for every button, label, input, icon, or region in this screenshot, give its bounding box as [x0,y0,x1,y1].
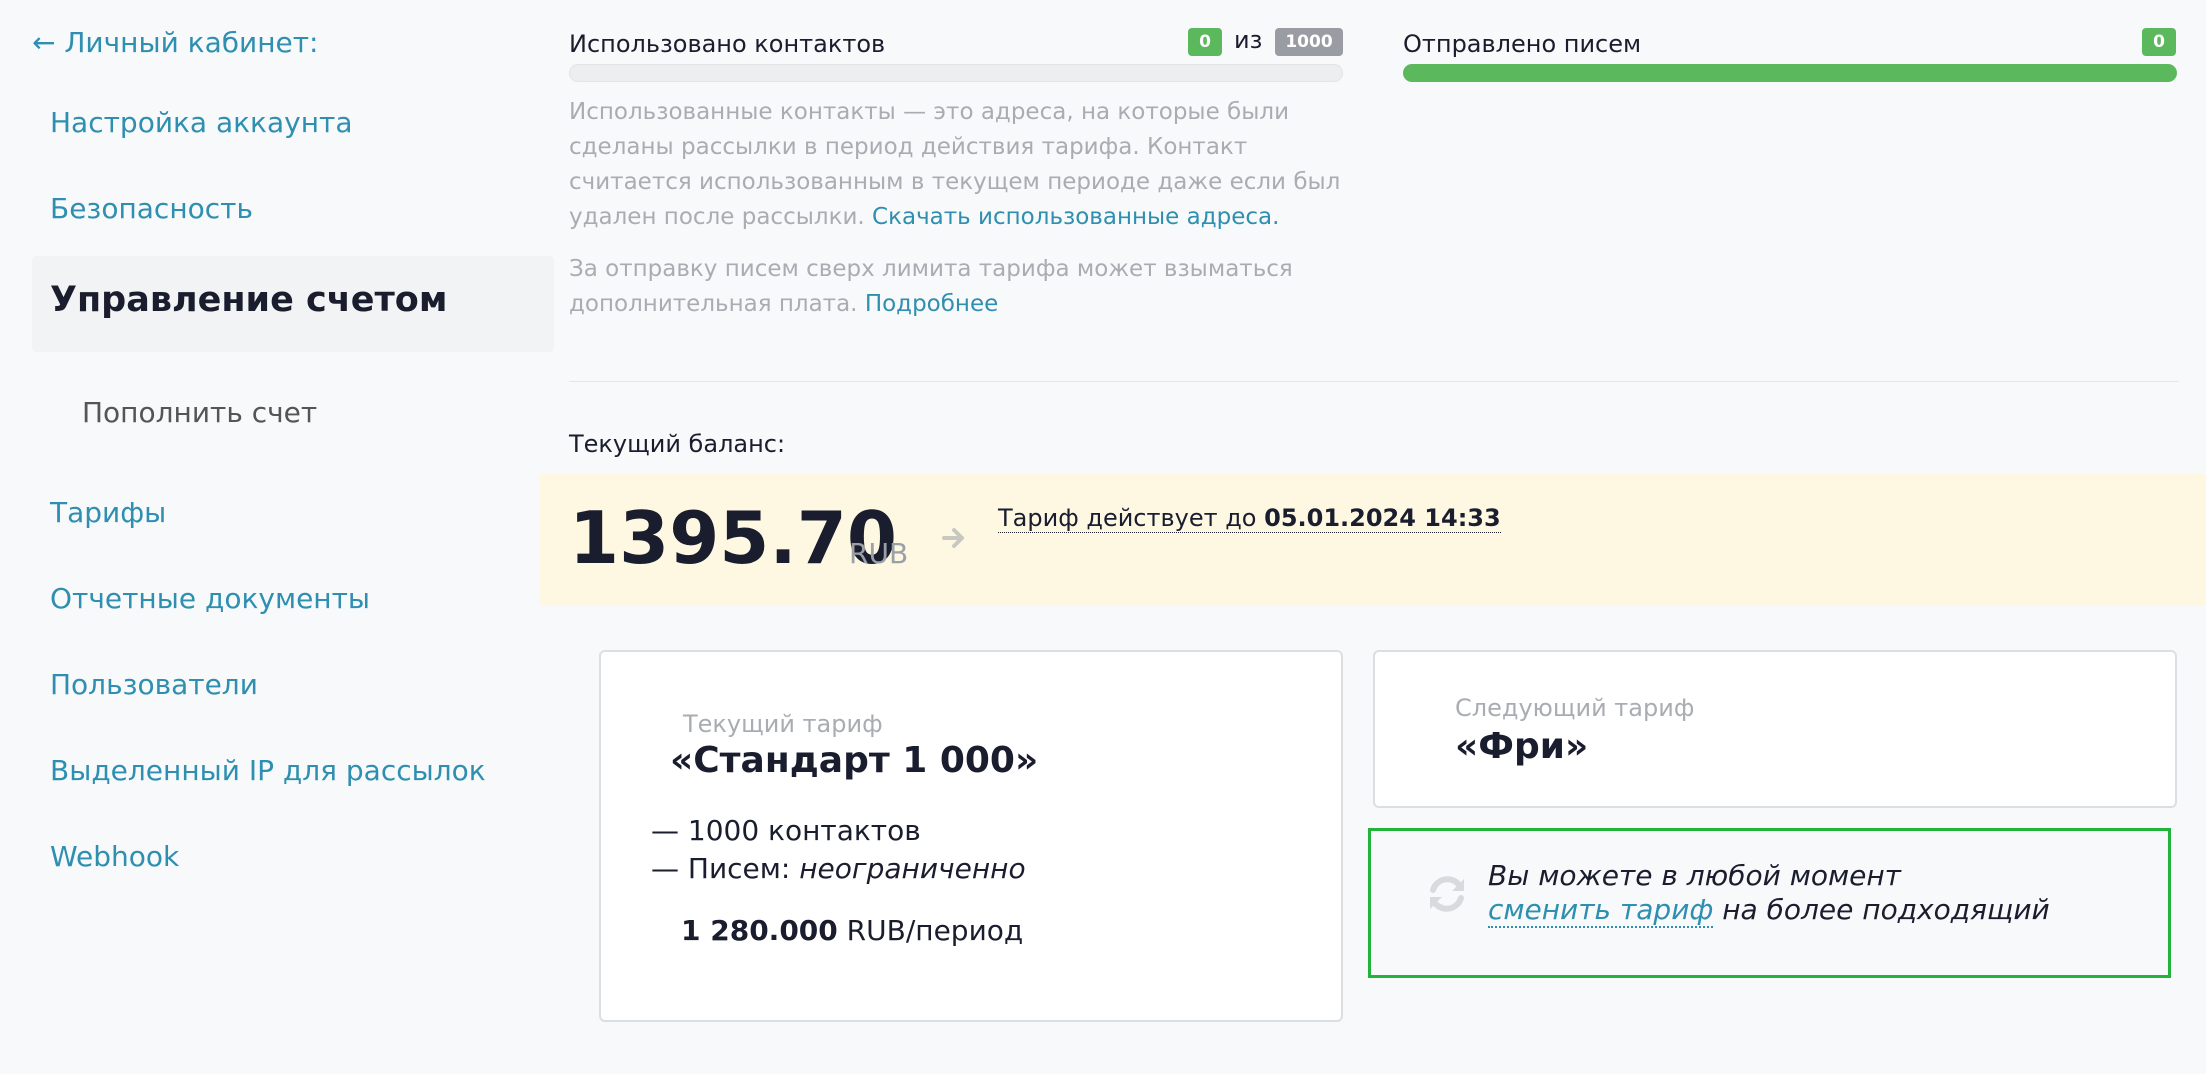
current-tariff-price-value: 1 280.000 [681,914,838,947]
change-tariff-line1: Вы можете в любой момент [1488,859,1901,892]
current-tariff-price-unit: RUB/период [846,914,1024,947]
balance-label: Текущий баланс: [569,430,786,458]
sidebar-item-reports[interactable]: Отчетные документы [50,582,370,615]
current-tariff-name: «Стандарт 1 000» [670,740,1039,781]
current-tariff-label: Текущий тариф [683,710,883,738]
current-tariff-contacts: — 1000 контактов [651,814,921,847]
letters-sent-badge: 0 [2142,28,2176,56]
tariff-valid-until-date: 05.01.2024 14:33 [1264,504,1501,532]
sidebar-item-security[interactable]: Безопасность [50,192,253,225]
next-tariff-name: «Фри» [1455,726,1589,767]
next-tariff-card: Следующий тариф «Фри» [1373,650,2177,808]
balance-currency: RUB [849,537,909,570]
sidebar: ← Личный кабинет: Настройка аккаунта Без… [0,0,570,1074]
of-label: из [1234,26,1263,54]
tariff-valid-until[interactable]: Тариф действует до 05.01.2024 14:33 [998,504,1501,533]
sidebar-subitem-top-up[interactable]: Пополнить счет [82,396,317,429]
change-tariff-notice: Вы можете в любой момент сменить тариф н… [1368,828,2171,978]
contacts-used-badge: 0 [1188,28,1222,56]
download-addresses-link[interactable]: Скачать использованные адреса. [872,204,1279,230]
sidebar-item-webhook[interactable]: Webhook [50,840,179,873]
current-tariff-letters-prefix: — Писем: [651,852,791,885]
balance-amount: 1395.70 [569,496,897,580]
refresh-icon [1430,876,1464,912]
back-to-cabinet-link[interactable]: ← Личный кабинет: [32,26,318,59]
current-tariff-letters: — Писем: неограниченно [651,852,1026,885]
contacts-progress-bar [569,64,1343,82]
sidebar-item-users[interactable]: Пользователи [50,668,258,701]
contacts-description: Использованные контакты — это адреса, на… [569,95,1349,235]
sidebar-item-billing-label: Управление счетом [50,280,448,320]
sidebar-item-dedicated-ip[interactable]: Выделенный IP для рассылок [50,754,486,787]
current-tariff-price: 1 280.000 RUB/период [681,914,1023,947]
divider [569,381,2179,382]
contacts-total-badge: 1000 [1275,28,1343,56]
current-tariff-card: Текущий тариф «Стандарт 1 000» — 1000 ко… [599,650,1343,1022]
change-tariff-text: Вы можете в любой момент сменить тариф н… [1488,859,2050,928]
sidebar-item-account-settings[interactable]: Настройка аккаунта [50,106,352,139]
change-tariff-line2: сменить тариф на более подходящий [1488,893,2050,928]
contacts-used-label: Использовано контактов [569,30,886,58]
tariff-valid-until-label: Тариф действует до [998,504,1257,532]
letters-progress-bar [1403,64,2177,82]
arrow-right-icon [942,528,964,548]
next-tariff-label: Следующий тариф [1455,694,1695,722]
change-tariff-suffix: на более подходящий [1713,893,2050,926]
change-tariff-link[interactable]: сменить тариф [1488,893,1714,928]
sidebar-item-billing-active[interactable]: Управление счетом [32,256,554,352]
letters-sent-label: Отправлено писем [1403,30,1642,58]
fee-description: За отправку писем сверх лимита тарифа мо… [569,252,1349,322]
sidebar-item-tariffs[interactable]: Тарифы [50,496,166,529]
balance-strip: 1395.70 RUB Тариф действует до 05.01.202… [540,474,2206,606]
more-info-link[interactable]: Подробнее [865,291,998,317]
current-tariff-letters-value: неограниченно [799,852,1026,885]
